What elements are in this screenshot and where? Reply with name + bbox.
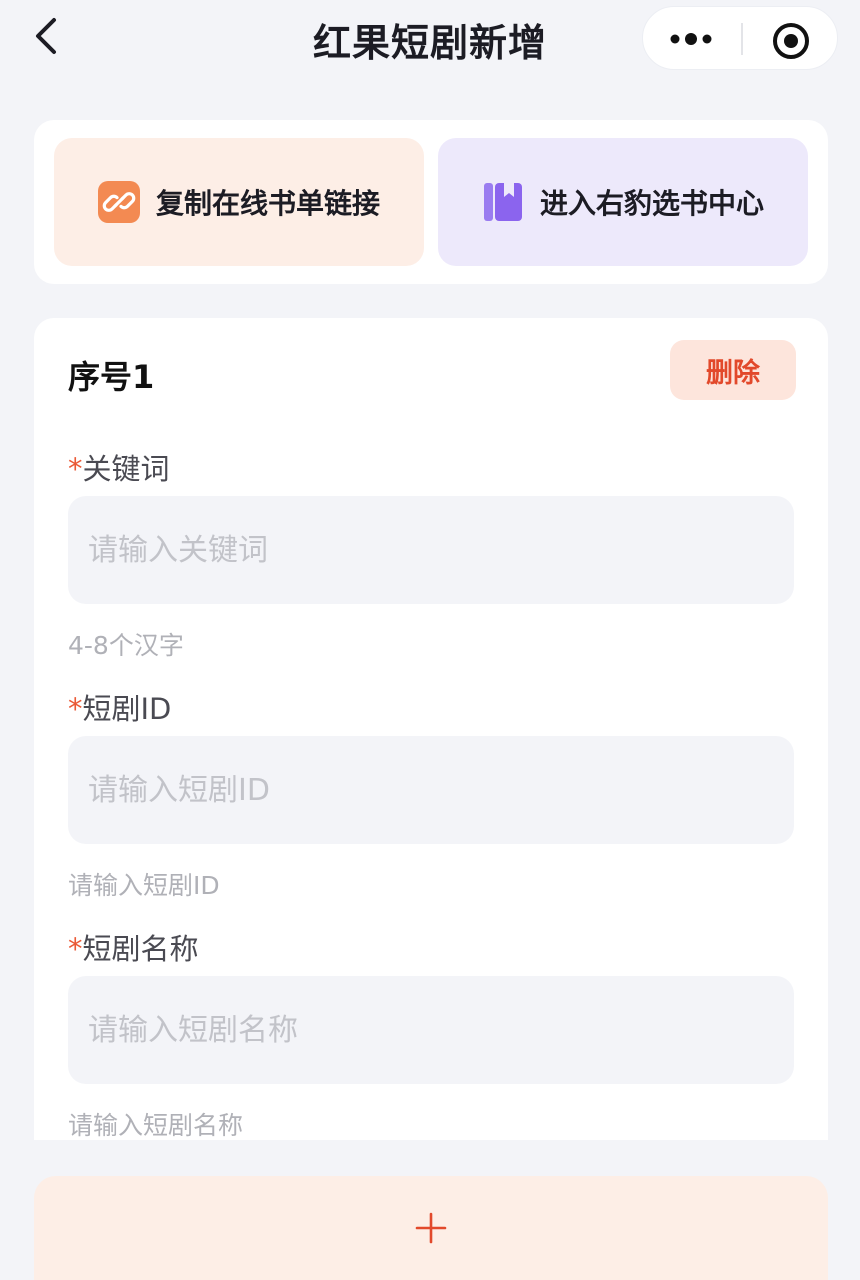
delete-button[interactable]: 删除 [670,340,796,400]
keyword-hint: 4-8个汉字 [68,631,184,660]
mini-program-capsule [642,6,838,70]
copy-booklist-link-label: 复制在线书单链接 [155,187,380,220]
target-circle-icon [773,23,809,59]
more-dots-icon [670,33,712,45]
quick-actions-card: 复制在线书单链接 进入右豹选书中心 [34,120,828,284]
drama-item-form: 序号1 删除 *关键词 4-8个汉字 *短剧ID 请输入短剧ID *短剧名称 请… [34,318,828,1140]
drama-name-label-text: 短剧名称 [82,932,199,966]
link-icon [97,181,140,223]
keyword-label-text: 关键词 [82,452,170,486]
add-item-button[interactable] [34,1176,828,1280]
drama-id-input[interactable] [68,736,794,844]
drama-id-label-text: 短剧ID [82,692,172,726]
drama-name-hint: 请输入短剧名称 [68,1111,244,1140]
enter-book-center-label: 进入右豹选书中心 [539,187,764,220]
required-mark: * [68,932,83,966]
copy-booklist-link-button[interactable]: 复制在线书单链接 [54,138,424,266]
close-mini-program-button[interactable] [771,21,811,61]
drama-name-input[interactable] [68,976,794,1084]
drama-id-label: *短剧ID [68,686,171,728]
keyword-input[interactable] [68,496,794,604]
plus-icon [415,1212,447,1244]
enter-book-center-button[interactable]: 进入右豹选书中心 [438,138,808,266]
keyword-label: *关键词 [68,446,170,488]
nav-bar: 红果短剧新增 [0,0,860,80]
drama-name-label: *短剧名称 [68,926,199,968]
item-number-title: 序号1 [68,358,155,396]
required-mark: * [68,692,83,726]
drama-id-hint: 请输入短剧ID [68,871,220,900]
book-icon [483,183,522,221]
capsule-divider [741,23,743,55]
more-button[interactable] [665,21,717,57]
required-mark: * [68,452,83,486]
